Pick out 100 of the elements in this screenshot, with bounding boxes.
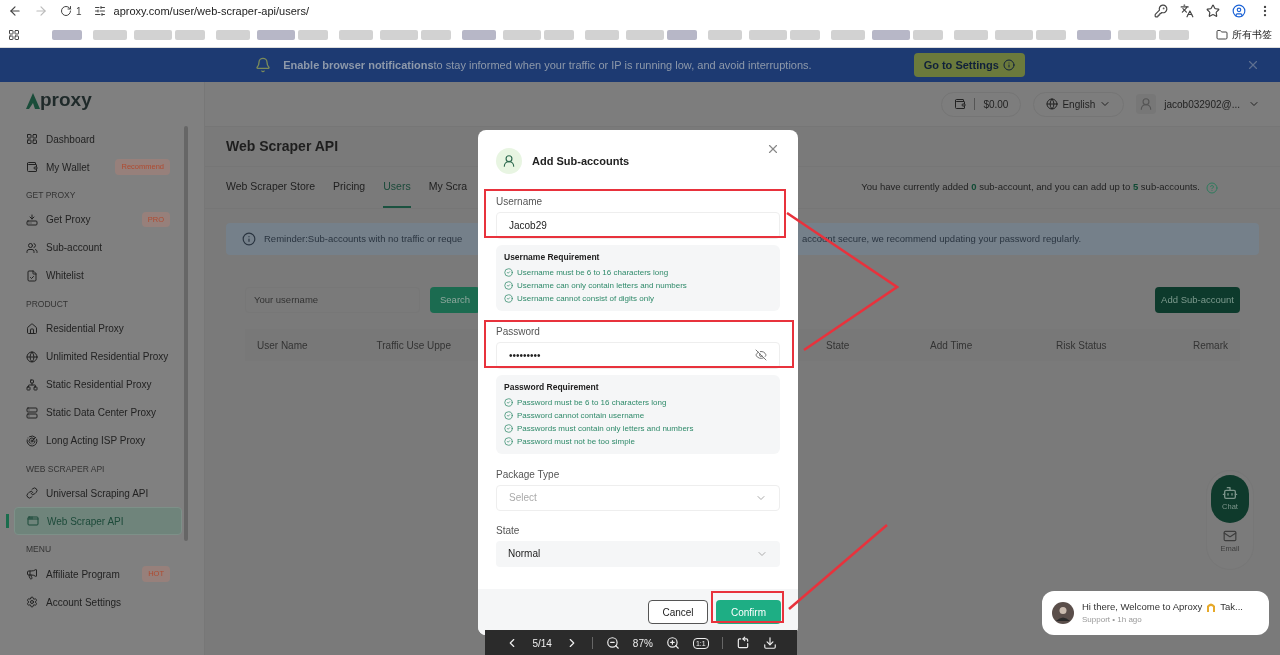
translate-icon[interactable] [1180, 4, 1194, 18]
zoom-level: 87% [632, 636, 653, 651]
nav-icon [26, 322, 38, 335]
username-field[interactable]: Jacob29 [496, 212, 780, 239]
password-field[interactable]: ••••••••• [496, 341, 780, 369]
column-header: State [826, 338, 851, 353]
tab[interactable]: Pricing [333, 167, 366, 208]
chat-message: Hi there, Welcome to Aproxy [1082, 599, 1203, 614]
column-header: Risk Status [1056, 338, 1108, 353]
search-button[interactable]: Search [430, 287, 481, 313]
sidebar-item[interactable]: Static Residential Proxy [14, 370, 182, 399]
sidebar-item[interactable]: Sub-account [14, 233, 182, 262]
nav-icon [26, 161, 38, 173]
confirm-button[interactable]: Confirm [716, 600, 781, 624]
profile-icon[interactable] [1232, 4, 1246, 18]
url-text[interactable]: aproxy.com/user/web-scraper-api/users/ [113, 2, 309, 20]
nav-icon [26, 487, 38, 500]
back-icon[interactable] [8, 4, 22, 18]
apps-icon[interactable] [8, 28, 20, 41]
package-type-select[interactable]: Select [496, 484, 780, 511]
requirement-rule: Username can only contain letters and numbers [517, 279, 687, 292]
section-heading: GET PROXY [26, 189, 77, 202]
bookmark-star-icon[interactable] [1206, 4, 1220, 18]
column-header: User Name [257, 338, 309, 353]
close-icon[interactable] [766, 142, 780, 156]
requirement-rule: Passwords must contain only letters and numbers [517, 422, 694, 435]
user-icon [502, 154, 516, 168]
nav-icon [27, 515, 39, 528]
go-to-settings-button[interactable]: Go to Settings [913, 52, 1025, 78]
nav-icon [26, 241, 38, 254]
nav-icon [26, 133, 38, 145]
requirement-rule: Password must not be too simple [517, 435, 635, 448]
sidebar-item[interactable]: Long Acting ISP Proxy [14, 426, 182, 455]
nav-icon [26, 568, 38, 580]
avatar-icon [1136, 94, 1157, 114]
nav-icon [26, 269, 38, 282]
column-header: Traffic Use Uppe [376, 338, 452, 353]
add-sub-account-button[interactable]: Add Sub-account [1155, 287, 1240, 313]
requirement-title: Username Requirement [504, 251, 601, 264]
active-indicator [6, 514, 9, 529]
cancel-button[interactable]: Cancel [648, 600, 708, 624]
page-counter: 5/14 [532, 636, 552, 651]
sidebar-item[interactable]: Dashboard [14, 125, 182, 153]
sidebar-item[interactable]: Whitelist [14, 261, 182, 290]
download-icon[interactable] [762, 636, 777, 650]
rotate-icon[interactable] [735, 636, 750, 650]
key-icon[interactable] [1154, 4, 1168, 18]
state-select[interactable]: Normal [496, 540, 780, 567]
emoji-icon [1206, 602, 1217, 612]
requirement-rule: Username must be 6 to 16 characters long [517, 266, 669, 279]
tab[interactable]: My Scra [428, 167, 468, 208]
sidebar-item[interactable]: Residential Proxy [14, 314, 182, 343]
nav-icon [26, 378, 38, 391]
logo-text: proxy [40, 90, 92, 109]
nav-icon [26, 434, 38, 447]
section-heading: MENU [26, 543, 53, 556]
wallet-icon [954, 98, 967, 110]
quota-text: You have currently added 0 sub-account, and you can add up to 5 sub-accounts. [861, 180, 1200, 195]
requirement-rule: Username cannot consist of digits only [517, 292, 654, 305]
nav-icon [26, 213, 38, 226]
field-label: Username [496, 195, 544, 209]
sidebar-item[interactable]: Unlimited Residential Proxy [14, 342, 182, 371]
logo-icon [26, 93, 40, 109]
requirement-title: Password Requirement [504, 380, 600, 394]
column-header: Remark [1192, 338, 1228, 353]
chat-meta: Support • 1h ago [1082, 614, 1143, 627]
hide-password-icon[interactable] [755, 349, 767, 362]
folder-icon [1216, 28, 1228, 41]
reminder-text: Reminder:Sub-accounts with no traffic or reque [264, 231, 464, 246]
nav-icon [26, 350, 38, 363]
bell-icon [255, 57, 272, 73]
notification-text: Enable browser notificationsto stay informed when your traffic or IP is running low, and avoid interruptions. [283, 57, 812, 73]
requirement-rule: Password must be 6 to 16 characters long [517, 396, 667, 409]
globe-icon [1046, 98, 1059, 110]
dialog-title: Add Sub-accounts [532, 153, 630, 169]
sidebar-item[interactable]: Account Settings [14, 588, 182, 616]
mail-icon [1223, 529, 1237, 543]
info-icon [1002, 59, 1015, 71]
zoom-out-icon[interactable] [605, 636, 620, 650]
site-settings-icon[interactable] [93, 5, 106, 17]
column-header: Add Time [930, 338, 974, 353]
field-label: Password [496, 324, 541, 339]
section-heading: PRODUCT [26, 297, 70, 311]
sidebar-item[interactable]: Static Data Center Proxy [14, 398, 182, 427]
requirement-rule: Password cannot contain username [517, 409, 645, 422]
balance-text: $0.00 [983, 97, 1009, 112]
field-label: Package Type [496, 467, 561, 482]
tab[interactable]: Users [383, 167, 411, 208]
tab[interactable]: Web Scraper Store [226, 167, 316, 208]
chat-message: Tak... [1220, 599, 1243, 614]
page-title: Web Scraper API [226, 137, 339, 156]
zoom-in-icon[interactable] [665, 636, 680, 650]
tab-count: 1 [76, 4, 82, 19]
user-email[interactable]: jacob032902@... [1164, 96, 1240, 112]
bookmarks-folder[interactable]: 所有书签 [1232, 27, 1272, 42]
reload-icon[interactable] [60, 5, 72, 17]
nav-icon [26, 406, 38, 419]
sidebar-item[interactable]: Universal Scraping API [14, 479, 182, 508]
field-label: State [496, 523, 521, 538]
chat-message-card[interactable]: Hi there, Welcome to Aproxy Tak... Support • 1h ago [1042, 591, 1269, 635]
